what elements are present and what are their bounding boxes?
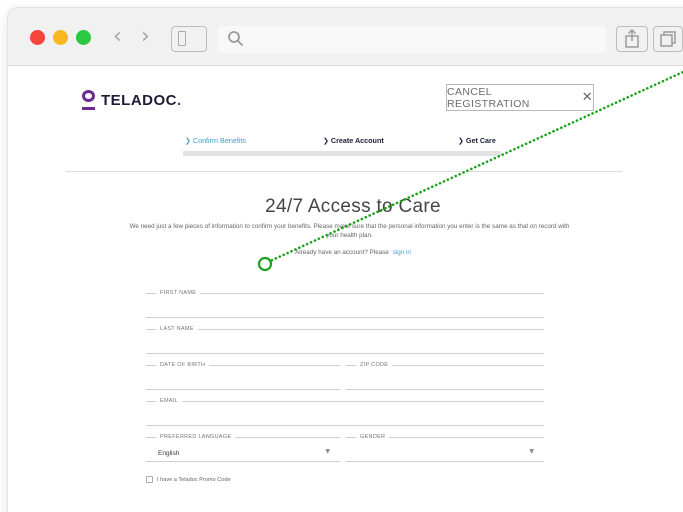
promo-code-label: I have a Teladoc Promo Code [157, 476, 231, 483]
preferred-language-value: English [158, 450, 180, 457]
promo-code-checkbox[interactable]: I have a Teladoc Promo Code [146, 476, 231, 483]
page-content: TELADOC. CANCEL REGISTRATION ✕ ❯ Confirm … [8, 66, 683, 512]
gender-label: GENDER [360, 434, 386, 440]
close-window-button[interactable] [30, 30, 45, 45]
email-field[interactable]: EMAIL [146, 396, 544, 426]
chevron-right-icon: ❯ [323, 137, 329, 145]
brand-period: . [177, 91, 182, 109]
chevron-down-icon: ▼ [325, 448, 330, 455]
zoom-window-button[interactable] [76, 30, 91, 45]
signin-prompt: Already have an account? Please sign in [8, 249, 683, 256]
sidebar-toggle-button[interactable] [171, 26, 207, 52]
sign-in-link[interactable]: sign in [393, 249, 411, 256]
teladoc-logo[interactable]: TELADOC. [82, 90, 182, 110]
step-get-care: ❯ Get Care [458, 136, 496, 145]
browser-toolbar: ‹ › [8, 8, 683, 66]
address-bar[interactable] [218, 26, 606, 53]
chevron-right-icon: ❯ [185, 137, 191, 145]
magnifier-icon [228, 31, 243, 46]
chevron-down-icon: ▼ [529, 448, 534, 455]
step-progress-bar [183, 151, 501, 156]
signin-prefix: Already have an account? Please [295, 249, 389, 256]
last-name-field[interactable]: LAST NAME [146, 324, 544, 354]
close-icon: ✕ [581, 90, 593, 105]
share-icon [625, 28, 639, 48]
brand-name: TELADOC [101, 91, 177, 109]
chevron-right-icon: ❯ [458, 137, 464, 145]
tabs-icon [660, 31, 676, 47]
gender-select[interactable]: GENDER ▼ [346, 432, 544, 462]
step-confirm-benefits: ❯ Confirm Benefits [185, 136, 247, 145]
checkbox-icon[interactable] [146, 476, 153, 483]
sidebar-icon [178, 31, 186, 46]
tabs-button[interactable] [653, 26, 683, 52]
preferred-language-select[interactable]: PREFERRED LANGUAGE English ▼ [146, 432, 340, 462]
intro-text: We need just a few pieces of information… [129, 223, 570, 239]
browser-window: ‹ › TELADOC. CANCEL REGISTRATION ✕ ❯ Con… [8, 8, 683, 512]
chevron-left-icon[interactable]: ‹ [113, 25, 122, 49]
share-button[interactable] [616, 26, 648, 52]
cancel-registration-label: CANCEL REGISTRATION [447, 85, 530, 110]
header-divider [66, 171, 622, 172]
first-name-field[interactable]: FIRST NAME [146, 288, 544, 318]
cancel-registration-button[interactable]: CANCEL REGISTRATION ✕ [446, 84, 594, 111]
last-name-label: LAST NAME [160, 326, 194, 332]
step-create-account: ❯ Create Account [323, 136, 384, 145]
date-of-birth-label: DATE OF BIRTH [160, 362, 206, 368]
page-title: 24/7 Access to Care [265, 196, 441, 217]
zip-code-field[interactable]: ZIP CODE [346, 360, 544, 390]
chevron-right-icon[interactable]: › [141, 25, 150, 49]
minimize-window-button[interactable] [53, 30, 68, 45]
email-label: EMAIL [160, 398, 179, 404]
date-of-birth-field[interactable]: DATE OF BIRTH [146, 360, 340, 390]
first-name-label: FIRST NAME [160, 290, 197, 296]
teladoc-logo-icon [82, 90, 95, 110]
preferred-language-label: PREFERRED LANGUAGE [160, 434, 232, 440]
zip-code-label: ZIP CODE [360, 362, 389, 368]
